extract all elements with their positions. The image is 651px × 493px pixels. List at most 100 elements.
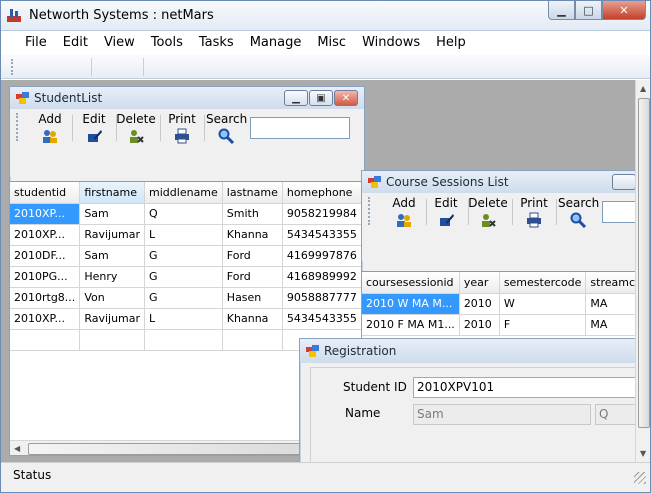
column-header-year[interactable]: year — [459, 272, 500, 294]
cell-empty[interactable] — [222, 329, 283, 351]
delete-button[interactable]: Delete — [114, 112, 158, 144]
column-header-firstname[interactable]: firstname — [79, 182, 146, 204]
minimize-button[interactable]: ▁ — [548, 1, 575, 20]
toolbar-grip[interactable] — [368, 197, 371, 225]
cell-homephone[interactable]: 4168989992 — [282, 266, 364, 288]
scroll-left-icon[interactable]: ◀ — [14, 444, 20, 453]
cell-homephone[interactable]: 5434543355 — [282, 224, 364, 246]
cell-year[interactable]: 2010 — [459, 293, 500, 315]
cell-homephone[interactable]: 9058219984 — [282, 203, 364, 225]
toolbar-grip[interactable] — [16, 113, 19, 141]
column-header-lastname[interactable]: lastname — [222, 182, 283, 204]
scroll-thumb[interactable] — [638, 98, 650, 428]
cell-lastname[interactable]: Khanna — [222, 224, 283, 246]
cell-lastname[interactable]: Hasen — [222, 287, 283, 309]
toolstrip-grip[interactable] — [11, 59, 14, 75]
menu-edit[interactable]: Edit — [55, 31, 96, 55]
edit-button[interactable]: Edit — [76, 112, 112, 144]
edit-button[interactable]: Edit — [428, 196, 464, 228]
cell-empty[interactable] — [79, 329, 146, 351]
menu-windows[interactable]: Windows — [354, 31, 428, 55]
cell-firstname[interactable]: Henry — [79, 266, 146, 288]
cell-studentid[interactable]: 2010DF... — [10, 245, 81, 267]
student-list-titlebar[interactable]: StudentList ▁ ▣ ✕ — [10, 87, 364, 109]
table-row[interactable]: 2010rtg8... Von G Hasen 9058887777 — [10, 287, 364, 309]
cell-studentid[interactable]: 2010XP... — [10, 308, 81, 330]
menu-tools[interactable]: Tools — [143, 31, 191, 55]
menu-file[interactable]: File — [17, 31, 55, 55]
child-minimize-button[interactable] — [612, 174, 636, 190]
cell-studentid[interactable]: 2010XP... — [10, 224, 81, 246]
cell-firstname[interactable]: Ravijumar — [79, 308, 146, 330]
printer-icon — [175, 128, 189, 144]
cell-studentid[interactable]: 2010XP... — [10, 203, 81, 225]
mdi-vscrollbar[interactable]: ▲ ▼ — [635, 80, 650, 462]
cell-middlename[interactable]: G — [144, 245, 223, 267]
cell-lastname[interactable]: Smith — [222, 203, 283, 225]
menu-misc[interactable]: Misc — [309, 31, 354, 55]
cell-middlename[interactable]: L — [144, 308, 223, 330]
cell-firstname[interactable]: Sam — [79, 245, 146, 267]
cell-lastname[interactable]: Khanna — [222, 308, 283, 330]
menu-manage[interactable]: Manage — [242, 31, 310, 55]
student-id-field[interactable]: 2010XPV101 — [413, 377, 638, 398]
cell-firstname[interactable]: Ravijumar — [79, 224, 146, 246]
search-button[interactable]: Search — [558, 196, 599, 228]
child-restore-button[interactable]: ▣ — [309, 90, 333, 106]
cell-lastname[interactable]: Ford — [222, 245, 283, 267]
cell-lastname[interactable]: Ford — [222, 266, 283, 288]
registration-titlebar[interactable]: Registration — [300, 339, 638, 363]
cell-semestercode[interactable]: W — [499, 293, 587, 315]
print-button[interactable]: Print — [162, 112, 202, 144]
table-row[interactable]: 2010XP... Sam Q Smith 9058219984 — [10, 203, 364, 225]
cell-empty[interactable] — [10, 329, 81, 351]
search-input[interactable] — [250, 117, 350, 139]
maximize-button[interactable]: □ — [575, 1, 602, 20]
column-header-studentid[interactable]: studentid — [10, 182, 81, 204]
cell-middlename[interactable]: Q — [144, 203, 223, 225]
table-row[interactable]: 2010 W MA M... 2010 W MA — [362, 293, 647, 315]
cell-homephone[interactable]: 4169997876 — [282, 245, 364, 267]
cell-homephone[interactable]: 9058887777 — [282, 287, 364, 309]
first-name-field[interactable]: Sam — [413, 404, 591, 425]
child-close-button[interactable]: ✕ — [334, 90, 358, 106]
menu-help[interactable]: Help — [428, 31, 474, 55]
cell-middlename[interactable]: L — [144, 224, 223, 246]
cell-semestercode[interactable]: F — [499, 314, 587, 336]
cell-empty[interactable] — [144, 329, 223, 351]
close-button[interactable]: ✕ — [602, 1, 646, 20]
table-row[interactable]: 2010DF... Sam G Ford 4169997876 — [10, 245, 364, 267]
scroll-down-icon[interactable]: ▼ — [640, 449, 646, 458]
cell-firstname[interactable]: Von — [79, 287, 146, 309]
cell-studentid[interactable]: 2010PG... — [10, 266, 81, 288]
cell-middlename[interactable]: G — [144, 287, 223, 309]
add-button[interactable]: Add — [32, 112, 68, 144]
search-button[interactable]: Search — [206, 112, 247, 144]
scroll-thumb[interactable] — [28, 443, 328, 455]
cell-middlename[interactable]: G — [144, 266, 223, 288]
add-button[interactable]: Add — [386, 196, 422, 228]
menu-view[interactable]: View — [96, 31, 143, 55]
column-header-coursesessionid[interactable]: coursesessionid — [362, 272, 460, 294]
cell-year[interactable]: 2010 — [459, 314, 500, 336]
table-row[interactable]: 2010XP... Ravijumar L Khanna 5434543355 — [10, 308, 364, 330]
middle-name-field[interactable]: Q — [595, 404, 638, 425]
resize-grip-icon[interactable] — [634, 472, 646, 484]
cell-coursesessionid[interactable]: 2010 W MA M... — [362, 293, 460, 315]
cell-firstname[interactable]: Sam — [79, 203, 146, 225]
cell-studentid[interactable]: 2010rtg8... — [10, 287, 81, 309]
column-header-middlename[interactable]: middlename — [144, 182, 223, 204]
table-row[interactable]: 2010PG... Henry G Ford 4168989992 — [10, 266, 364, 288]
print-button[interactable]: Print — [514, 196, 554, 228]
cell-coursesessionid[interactable]: 2010 F MA M1... — [362, 314, 460, 336]
table-row[interactable]: 2010 F MA M1... 2010 F MA — [362, 314, 647, 336]
delete-button[interactable]: Delete — [466, 196, 510, 228]
column-header-homephone[interactable]: homephone — [282, 182, 364, 204]
scroll-up-icon[interactable]: ▲ — [640, 84, 646, 93]
child-minimize-button[interactable]: ▁ — [284, 90, 308, 106]
column-header-semestercode[interactable]: semestercode — [499, 272, 587, 294]
menu-tasks[interactable]: Tasks — [191, 31, 242, 55]
course-sessions-titlebar[interactable]: Course Sessions List — [362, 171, 650, 193]
cell-homephone[interactable]: 5434543355 — [282, 308, 364, 330]
table-row[interactable]: 2010XP... Ravijumar L Khanna 5434543355 — [10, 224, 364, 246]
